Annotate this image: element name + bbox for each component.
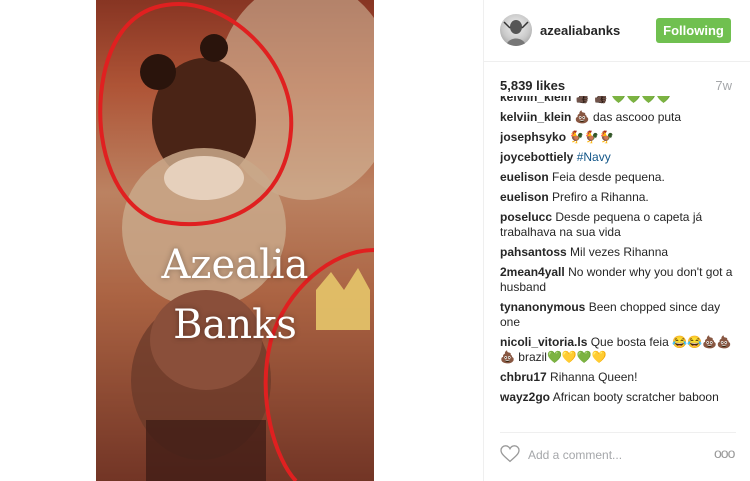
comment-username[interactable]: joycebottiely (500, 150, 573, 164)
comment: wayz2go African booty scratcher baboon (500, 390, 736, 405)
comment: kelviin_klein 👍🏿 👍🏿 💚💚💚💚 (500, 96, 736, 105)
overlay-caption-line2: Banks (173, 302, 297, 348)
comment: poselucc Desde pequena o capeta já traba… (500, 210, 736, 240)
comment: euelison Prefiro a Rihanna. (500, 190, 736, 205)
more-options-icon[interactable]: ooo (714, 445, 736, 463)
comment-username[interactable]: chbru17 (500, 370, 547, 384)
comment-text: Prefiro a Rihanna. (552, 190, 649, 204)
comment-username[interactable]: pahsantoss (500, 245, 567, 259)
comment-text: African booty scratcher baboon (552, 390, 719, 404)
comment-text: Feia desde pequena. (552, 170, 665, 184)
comment: tynanonymous Been chopped since day one (500, 300, 736, 330)
comment-username[interactable]: poselucc (500, 210, 552, 224)
username-link[interactable]: azealiabanks (540, 23, 620, 38)
comment-username[interactable]: nicoli_vitoria.ls (500, 335, 587, 349)
comment-footer: ooo (500, 432, 736, 476)
photo-panel: Azealia Banks (0, 0, 483, 481)
comment-text: 💩 das ascooo puta (574, 110, 682, 124)
heart-icon[interactable] (500, 445, 520, 463)
post-header: azealiabanks Following (484, 0, 750, 62)
comments-list[interactable]: kelviin_klein 👍🏿 👍🏿 💚💚💚💚 kelviin_klein 💩… (500, 96, 736, 416)
avatar-image (503, 20, 529, 46)
add-comment-input[interactable] (528, 445, 688, 465)
avatar[interactable] (500, 14, 532, 46)
comment-username[interactable]: euelison (500, 170, 549, 184)
comment-text: Mil vezes Rihanna (570, 245, 669, 259)
likes-count[interactable]: 5,839 likes (500, 78, 565, 93)
comment-username[interactable]: josephsyko (500, 130, 566, 144)
comment: joycebottiely #Navy (500, 150, 736, 165)
comment: pahsantoss Mil vezes Rihanna (500, 245, 736, 260)
comment-username[interactable]: tynanonymous (500, 300, 585, 314)
photo-illustration (96, 0, 374, 481)
comment-username[interactable]: wayz2go (500, 390, 550, 404)
comment-text: 🐓🐓🐓 (569, 130, 615, 144)
comment-text: Rihanna Queen! (550, 370, 638, 384)
comment: 2mean4yall No wonder why you don't got a… (500, 265, 736, 295)
comment: kelviin_klein 💩 das ascooo puta (500, 110, 736, 125)
post-image[interactable]: Azealia Banks (96, 0, 374, 481)
post-age[interactable]: 7w (715, 78, 732, 93)
hashtag-link[interactable]: #Navy (577, 150, 611, 164)
comment: chbru17 Rihanna Queen! (500, 370, 736, 385)
comment-text: 👍🏿 👍🏿 💚💚💚💚 (574, 96, 672, 104)
comment: josephsyko 🐓🐓🐓 (500, 130, 736, 145)
post-sidebar: azealiabanks Following 5,839 likes 7w ke… (483, 0, 750, 481)
overlay-caption-line1: Azealia (161, 242, 309, 288)
comment-username[interactable]: euelison (500, 190, 549, 204)
comment: nicoli_vitoria.ls Que bosta feia 😂😂💩💩💩 b… (500, 335, 736, 365)
comment-username[interactable]: kelviin_klein (500, 96, 571, 104)
following-button[interactable]: Following (656, 18, 731, 43)
comment-username[interactable]: kelviin_klein (500, 110, 571, 124)
comment: euelison Feia desde pequena. (500, 170, 736, 185)
comment-username[interactable]: 2mean4yall (500, 265, 565, 279)
